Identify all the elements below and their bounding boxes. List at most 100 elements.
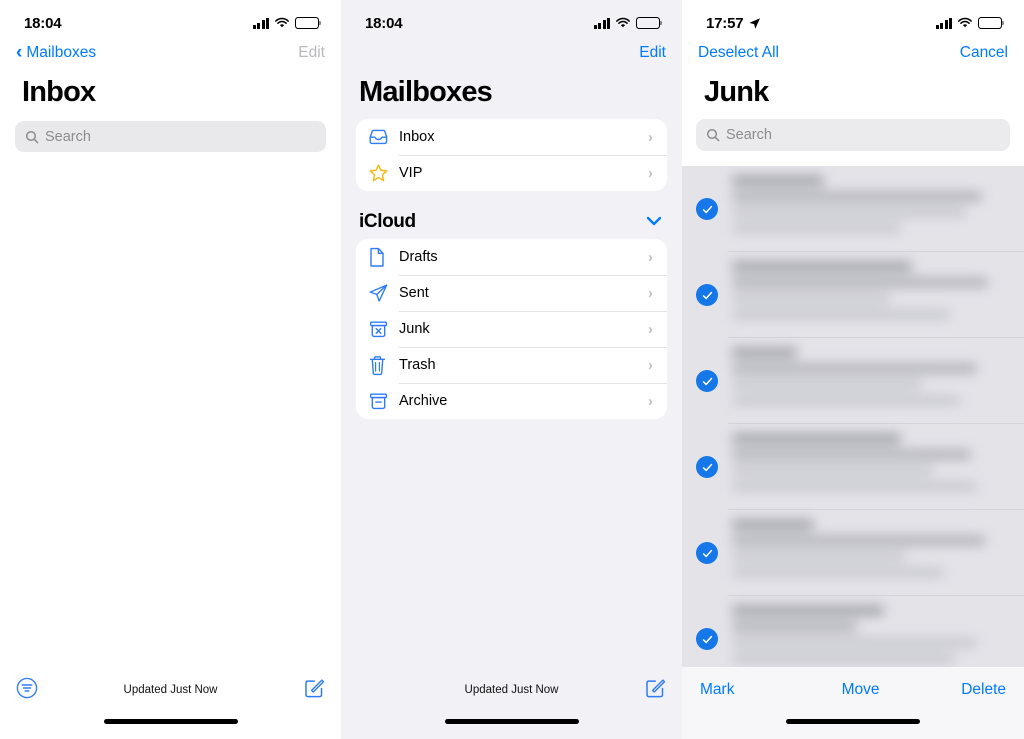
checkmark-icon[interactable]: [696, 198, 718, 220]
chevron-right-icon: ›: [648, 284, 653, 302]
chevron-down-icon[interactable]: [646, 213, 662, 231]
home-indicator: [444, 719, 579, 724]
move-button[interactable]: Move: [760, 681, 961, 699]
mailbox-row-trash[interactable]: Trash ›: [356, 347, 667, 383]
bottom-action-toolbar: Mark Move Delete: [682, 667, 1024, 739]
icloud-section-header[interactable]: iCloud: [341, 191, 682, 235]
message-row[interactable]: [682, 596, 1024, 667]
filter-circle-icon: [16, 677, 38, 698]
nav-bar: Edit: [341, 36, 682, 70]
document-icon: [368, 247, 399, 268]
paper-plane-icon: [368, 283, 399, 303]
message-row[interactable]: [682, 510, 1024, 596]
nav-bar: Deselect All Cancel: [682, 36, 1024, 70]
cellular-signal-icon: [593, 17, 610, 29]
status-icons: [935, 17, 1005, 29]
delete-button[interactable]: Delete: [961, 681, 1006, 699]
chevron-right-icon: ›: [648, 248, 653, 266]
chevron-right-icon: ›: [648, 128, 653, 146]
home-indicator: [786, 719, 920, 724]
archive-box-icon: [368, 391, 399, 411]
status-time: 18:04: [24, 15, 62, 32]
wifi-icon: [958, 17, 972, 28]
mailbox-label: Inbox: [399, 129, 435, 145]
cancel-button[interactable]: Cancel: [960, 44, 1008, 62]
status-icons: [593, 17, 663, 29]
deselect-all-button[interactable]: Deselect All: [698, 44, 779, 62]
filter-button[interactable]: [16, 677, 38, 704]
message-preview-blurred: [728, 338, 1024, 424]
three-phone-screenshots: 18:04 ‹ Mailboxes Edit Inbox Search Upda…: [0, 0, 1024, 739]
message-list[interactable]: [682, 166, 1024, 667]
mailbox-label: Junk: [399, 321, 430, 337]
message-row[interactable]: [682, 424, 1024, 510]
back-button-label: Mailboxes: [26, 44, 97, 61]
status-bar: 17:57: [682, 0, 1024, 36]
search-icon: [25, 130, 39, 143]
page-title: Inbox: [22, 76, 96, 108]
screen-mailboxes: 18:04 Edit Mailboxes Inbox › VIP › iClou…: [341, 0, 682, 739]
message-preview-blurred: [728, 596, 1024, 667]
chevron-right-icon: ›: [648, 320, 653, 338]
checkmark-icon[interactable]: [696, 370, 718, 392]
message-preview-blurred: [728, 424, 1024, 510]
mailbox-label: Sent: [399, 285, 429, 301]
trash-icon: [368, 355, 399, 376]
mailbox-row-junk[interactable]: Junk ›: [356, 311, 667, 347]
update-status-text: Updated Just Now: [464, 684, 559, 696]
status-time: 18:04: [365, 14, 403, 32]
wifi-icon: [275, 17, 289, 28]
edit-button[interactable]: Edit: [298, 44, 325, 62]
cellular-signal-icon: [935, 17, 952, 29]
checkmark-icon[interactable]: [696, 542, 718, 564]
location-arrow-icon: [749, 17, 761, 29]
compose-button[interactable]: [303, 677, 325, 704]
search-placeholder: Search: [45, 128, 91, 145]
back-to-mailboxes-button[interactable]: ‹ Mailboxes: [16, 43, 97, 62]
message-preview-blurred: [728, 166, 1024, 252]
inbox-tray-icon: [368, 128, 399, 147]
status-bar: 18:04: [0, 0, 341, 36]
chevron-right-icon: ›: [648, 392, 653, 410]
checkmark-icon[interactable]: [696, 456, 718, 478]
update-status-text: Updated Just Now: [123, 684, 218, 696]
edit-button[interactable]: Edit: [639, 44, 666, 62]
edit-button-label: Edit: [298, 44, 325, 61]
compose-button[interactable]: [644, 677, 666, 704]
home-indicator: [103, 719, 238, 724]
battery-icon: [295, 17, 322, 29]
edit-button-label: Edit: [639, 44, 666, 61]
page-title: Mailboxes: [359, 76, 493, 108]
mailbox-label: Trash: [399, 357, 436, 373]
wifi-icon: [616, 17, 630, 28]
mailbox-label: VIP: [399, 165, 423, 181]
message-row[interactable]: [682, 252, 1024, 338]
message-preview-blurred: [728, 252, 1024, 338]
compose-icon: [305, 678, 325, 697]
message-row[interactable]: [682, 166, 1024, 252]
page-title: Junk: [704, 76, 769, 108]
search-input[interactable]: Search: [696, 119, 1010, 151]
section-title: iCloud: [359, 211, 416, 232]
status-time-text: 18:04: [365, 14, 403, 32]
search-container: Search: [0, 109, 341, 152]
screen-junk-selection: 17:57 Deselect All Cancel Junk Search Ma…: [682, 0, 1024, 739]
checkmark-icon[interactable]: [696, 284, 718, 306]
search-input[interactable]: Search: [15, 121, 326, 152]
battery-icon: [978, 17, 1005, 29]
mailbox-group-primary: Inbox › VIP ›: [356, 119, 667, 191]
status-time-text: 17:57: [706, 14, 744, 32]
mailbox-row-vip[interactable]: VIP ›: [356, 155, 667, 191]
mailbox-row-archive[interactable]: Archive ›: [356, 383, 667, 419]
mailbox-label: Drafts: [399, 249, 438, 265]
mark-button[interactable]: Mark: [700, 681, 760, 699]
bottom-toolbar: Updated Just Now: [341, 667, 682, 739]
mailbox-row-inbox[interactable]: Inbox ›: [356, 119, 667, 155]
chevron-right-icon: ›: [648, 164, 653, 182]
cellular-signal-icon: [252, 17, 269, 29]
mailbox-row-sent[interactable]: Sent ›: [356, 275, 667, 311]
status-bar: 18:04: [341, 0, 682, 36]
checkmark-icon[interactable]: [696, 628, 718, 650]
message-row[interactable]: [682, 338, 1024, 424]
mailbox-row-drafts[interactable]: Drafts ›: [356, 239, 667, 275]
